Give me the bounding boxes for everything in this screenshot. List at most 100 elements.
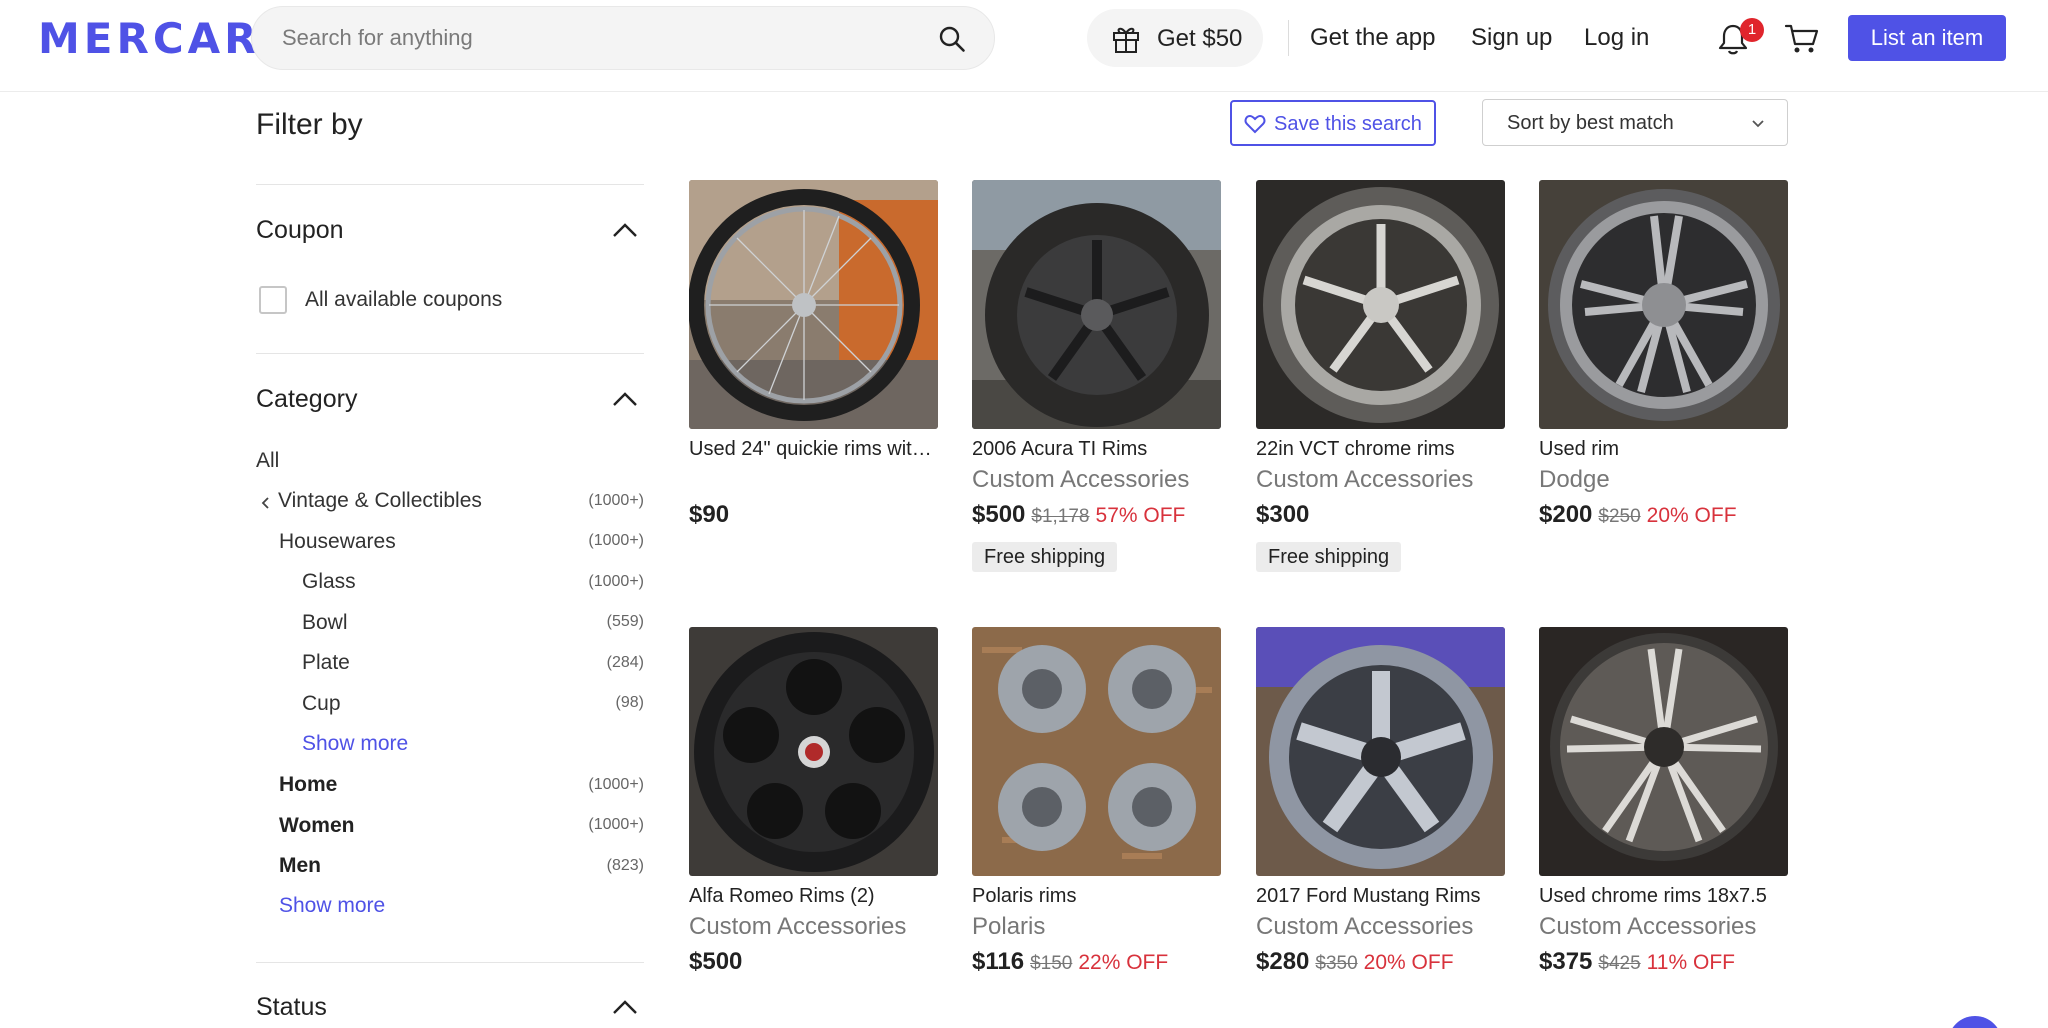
chevron-up-icon[interactable] <box>612 222 638 238</box>
product-brand: Custom Accessories <box>689 913 907 940</box>
category-all[interactable]: All <box>256 449 279 479</box>
product-price: $375 <box>1539 948 1593 975</box>
sidebar-divider <box>256 353 644 354</box>
sort-select[interactable]: Sort by best match <box>1482 99 1788 146</box>
original-price: $150 <box>1030 953 1073 974</box>
all-coupons-checkbox[interactable] <box>259 286 287 314</box>
product-image[interactable] <box>972 180 1221 429</box>
log-in-link[interactable]: Log in <box>1584 24 1649 52</box>
original-price: $1,178 <box>1031 506 1090 527</box>
category-count: (823) <box>606 857 644 874</box>
product-title[interactable]: Polaris rims <box>972 885 1221 908</box>
category-item-men[interactable]: Men <box>279 854 321 884</box>
category-count: (1000+) <box>588 776 644 793</box>
filter-by-title: Filter by <box>256 108 363 141</box>
product-image[interactable] <box>1539 627 1788 876</box>
product-brand: Custom Accessories <box>1256 913 1474 940</box>
sidebar-divider <box>256 184 644 185</box>
product-title[interactable]: 22in VCT chrome rims <box>1256 438 1505 461</box>
product-image[interactable] <box>1256 627 1505 876</box>
price-row: $90 <box>689 501 729 529</box>
search-input[interactable] <box>282 7 902 69</box>
category-section-title[interactable]: Category <box>256 385 357 414</box>
notification-badge: 1 <box>1740 18 1764 42</box>
category-item-vintage[interactable]: Vintage & Collectibles <box>278 489 482 519</box>
product-brand: Custom Accessories <box>1256 466 1474 493</box>
get-50-button[interactable]: Get $50 <box>1087 9 1263 67</box>
product-brand: Custom Accessories <box>1539 913 1757 940</box>
category-item-plate[interactable]: Plate <box>302 651 350 681</box>
product-price: $500 <box>972 501 1026 528</box>
product-price: $500 <box>689 948 743 975</box>
product-brand: Dodge <box>1539 466 1610 493</box>
price-row: $375 $425 11% OFF <box>1539 948 1735 976</box>
product-price: $90 <box>689 501 730 528</box>
heart-icon <box>1244 114 1266 134</box>
discount-label: 20% OFF <box>1646 504 1737 527</box>
price-row: $200 $250 20% OFF <box>1539 501 1737 529</box>
product-image[interactable] <box>689 627 938 876</box>
product-price: $116 <box>972 948 1025 975</box>
category-item-bowl[interactable]: Bowl <box>302 611 348 641</box>
product-image[interactable] <box>1256 180 1505 429</box>
category-item-women[interactable]: Women <box>279 814 354 844</box>
discount-label: 20% OFF <box>1363 951 1454 974</box>
discount-label: 22% OFF <box>1078 951 1169 974</box>
product-image[interactable] <box>1539 180 1788 429</box>
discount-label: 11% OFF <box>1646 951 1735 974</box>
price-row: $500 <box>689 948 742 976</box>
mercari-logo[interactable]: MERCARI <box>38 14 280 63</box>
chevron-up-icon[interactable] <box>612 391 638 407</box>
product-title[interactable]: Used chrome rims 18x7.5 <box>1539 885 1788 908</box>
price-row: $280 $350 20% OFF <box>1256 948 1454 976</box>
category-count: (1000+) <box>588 492 644 509</box>
price-row: $116 $150 22% OFF <box>972 948 1168 976</box>
product-price: $200 <box>1539 501 1593 528</box>
show-more-link[interactable]: Show more <box>302 732 408 756</box>
product-title[interactable]: 2006 Acura TI Rims <box>972 438 1221 461</box>
coupon-section-title[interactable]: Coupon <box>256 216 344 245</box>
all-coupons-label[interactable]: All available coupons <box>305 288 502 312</box>
save-search-button[interactable]: Save this search <box>1230 100 1436 146</box>
free-shipping-badge: Free shipping <box>1256 542 1402 572</box>
search-icon[interactable] <box>938 25 966 53</box>
original-price: $350 <box>1315 953 1358 974</box>
product-image[interactable] <box>689 180 938 429</box>
gift-icon <box>1113 27 1139 53</box>
product-title[interactable]: Alfa Romeo Rims (2) <box>689 885 938 908</box>
get-the-app-link[interactable]: Get the app <box>1310 24 1435 52</box>
category-count: (1000+) <box>588 816 644 833</box>
sidebar-divider <box>256 962 644 963</box>
sign-up-link[interactable]: Sign up <box>1471 24 1552 52</box>
category-item-housewares[interactable]: Housewares <box>279 530 396 560</box>
free-shipping-badge: Free shipping <box>972 542 1118 572</box>
product-price: $280 <box>1256 948 1310 975</box>
category-item-cup[interactable]: Cup <box>302 692 341 722</box>
search-bar[interactable] <box>251 6 995 70</box>
original-price: $250 <box>1598 506 1641 527</box>
product-title[interactable]: 2017 Ford Mustang Rims <box>1256 885 1505 908</box>
price-row: $300 <box>1256 501 1309 529</box>
site-header: MERCARI Get $50 Get the app Sign up Log … <box>0 0 2048 92</box>
category-count: (1000+) <box>588 532 644 549</box>
discount-label: 57% OFF <box>1095 504 1186 527</box>
product-brand: Custom Accessories <box>972 466 1190 493</box>
product-title[interactable]: Used 24" quickie rims with tires <box>689 438 938 461</box>
cart-icon[interactable] <box>1784 22 1820 56</box>
original-price: $425 <box>1598 953 1641 974</box>
show-more-link[interactable]: Show more <box>279 894 385 918</box>
category-item-home[interactable]: Home <box>279 773 337 803</box>
category-count: (1000+) <box>588 573 644 590</box>
product-image[interactable] <box>972 627 1221 876</box>
list-an-item-button[interactable]: List an item <box>1848 15 2006 61</box>
save-search-label: Save this search <box>1274 113 1422 135</box>
category-count: (98) <box>615 694 644 711</box>
category-item-glass[interactable]: Glass <box>302 570 356 600</box>
status-section-title[interactable]: Status <box>256 993 327 1022</box>
chat-help-button[interactable] <box>1948 1016 2002 1028</box>
header-divider <box>1288 20 1289 56</box>
chevron-up-icon[interactable] <box>612 999 638 1015</box>
product-title[interactable]: Used rim <box>1539 438 1788 461</box>
product-price: $300 <box>1256 501 1310 528</box>
chevron-left-icon[interactable] <box>260 496 270 510</box>
